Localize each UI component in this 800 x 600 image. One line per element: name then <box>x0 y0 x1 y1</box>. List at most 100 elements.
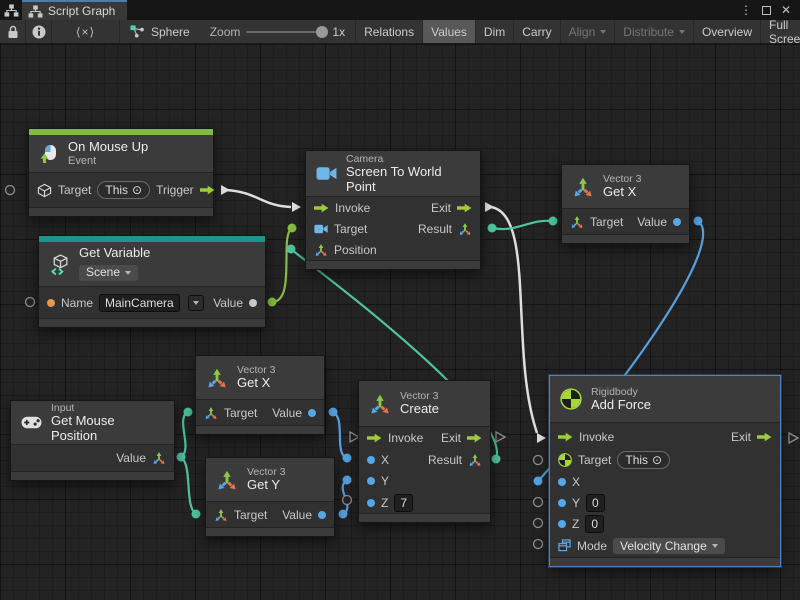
lock-button[interactable] <box>0 20 26 43</box>
script-graph-window: Script Graph ⋮ ✕ ⟨×⟩ Sphere Zoom 1x Rela… <box>0 0 800 600</box>
force-mode-dropdown[interactable]: Velocity Change <box>613 538 725 554</box>
node-footer <box>29 207 213 216</box>
value-label: Value <box>213 296 243 310</box>
toolbar-middle-group: Sphere Zoom 1x <box>120 20 355 43</box>
node-header: Input Get Mouse Position <box>11 401 174 445</box>
zoom-slider-handle[interactable] <box>316 26 328 38</box>
node-header: Vector 3 Get X <box>196 356 324 400</box>
port-row-target-value: Target Value <box>196 400 324 425</box>
node-on-mouse-up[interactable]: On Mouse Up Event Target This⊙ Trigger <box>28 128 214 217</box>
vector3-icon <box>206 367 228 389</box>
invoke-label: Invoke <box>388 431 423 445</box>
zoom-value: 1x <box>332 25 345 39</box>
overview-button[interactable]: Overview <box>694 20 761 43</box>
variable-name-input[interactable]: MainCamera <box>99 294 180 312</box>
node-get-x-mid[interactable]: Vector 3 Get X Target Value <box>195 355 325 435</box>
distribute-button[interactable]: Distribute <box>615 20 694 43</box>
variable-scope-dropdown[interactable]: Scene <box>79 265 138 281</box>
node-get-mouse-position[interactable]: Input Get Mouse Position Value <box>10 400 175 481</box>
node-screen-to-world-point[interactable]: Camera Screen To World Point Invoke Exit… <box>305 150 481 270</box>
this-target-chip[interactable]: This⊙ <box>97 181 150 199</box>
node-header: Get Variable Scene <box>39 242 265 287</box>
value-label: Value <box>116 451 146 465</box>
port-row-mode: Mode Velocity Change <box>550 534 780 557</box>
port-row-z: Z 0 <box>550 513 780 534</box>
port-row-invoke-exit: Invoke Exit <box>306 197 480 218</box>
force-mode-icon <box>558 539 571 552</box>
variable-name-dropdown[interactable] <box>188 295 204 311</box>
node-header: On Mouse Up Event <box>29 135 213 173</box>
full-screen-button[interactable]: Full Screen <box>761 20 800 43</box>
zoom-label: Zoom <box>210 25 241 39</box>
zoom-to-fit-button[interactable]: ⟨×⟩ <box>52 20 120 43</box>
z-value-input[interactable]: 7 <box>394 494 413 512</box>
value-port[interactable] <box>318 511 326 519</box>
chevron-down-icon <box>679 30 685 34</box>
vector3-icon <box>572 176 594 198</box>
name-label: Name <box>61 296 93 310</box>
zoom-slider[interactable] <box>246 31 326 33</box>
chevron-down-icon <box>712 544 718 548</box>
z-port[interactable] <box>367 499 375 507</box>
info-button[interactable] <box>26 20 52 43</box>
value-port[interactable] <box>249 299 257 307</box>
camera-icon <box>314 224 328 234</box>
y-label: Y <box>572 496 580 510</box>
port-row-x-result: X Result <box>359 449 490 470</box>
invoke-label: Invoke <box>335 201 370 215</box>
flow-arrow-icon <box>467 433 482 443</box>
node-footer <box>359 513 490 522</box>
x-port[interactable] <box>558 478 566 486</box>
gamepad-icon <box>21 416 42 429</box>
tab-script-graph[interactable]: Script Graph <box>22 0 127 20</box>
z-port[interactable] <box>558 520 566 528</box>
chevron-down-icon <box>600 30 606 34</box>
breadcrumb[interactable]: Sphere <box>151 25 190 39</box>
node-create-vector3[interactable]: Vector 3 Create Invoke Exit X Result Y <box>358 380 491 523</box>
y-port[interactable] <box>367 477 375 485</box>
name-port[interactable] <box>47 299 55 307</box>
chevron-down-icon <box>125 271 131 275</box>
port-row-y: Y 0 <box>550 492 780 513</box>
value-label: Value <box>282 508 312 522</box>
target-label: Target <box>590 215 623 229</box>
values-button[interactable]: Values <box>423 20 476 43</box>
port-row-target-value: Target Value <box>562 209 689 234</box>
value-port[interactable] <box>673 218 681 226</box>
node-add-force[interactable]: Rigidbody Add Force Invoke Exit Target T… <box>549 375 781 567</box>
vector3-icon <box>458 222 472 236</box>
align-label: Align <box>569 25 596 39</box>
node-get-variable[interactable]: Get Variable Scene Name MainCamera Value <box>38 235 266 328</box>
window-menu-button[interactable]: ⋮ <box>738 2 754 18</box>
y-value-input[interactable]: 0 <box>586 494 605 512</box>
relations-button[interactable]: Relations <box>356 20 423 43</box>
node-footer <box>206 527 334 536</box>
port-row-y: Y <box>359 470 490 492</box>
tab-bar: Script Graph ⋮ ✕ <box>0 0 800 20</box>
scope-label: Scene <box>86 266 120 280</box>
vector3-icon <box>369 393 391 415</box>
vector3-icon <box>204 406 218 420</box>
window-icon <box>0 0 22 20</box>
node-get-y[interactable]: Vector 3 Get Y Target Value <box>205 457 335 537</box>
chevron-down-icon <box>193 301 199 305</box>
carry-button[interactable]: Carry <box>514 20 560 43</box>
dim-button[interactable]: Dim <box>476 20 514 43</box>
node-title: Screen To World Point <box>346 165 470 195</box>
port-row-target: Target This⊙ <box>550 448 780 471</box>
value-port[interactable] <box>308 409 316 417</box>
z-value-input[interactable]: 0 <box>585 515 604 533</box>
maximize-button[interactable] <box>758 2 774 18</box>
close-button[interactable]: ✕ <box>778 2 794 18</box>
flow-arrow-icon <box>457 203 472 213</box>
y-port[interactable] <box>558 499 566 507</box>
this-target-chip[interactable]: This⊙ <box>617 451 670 469</box>
x-port[interactable] <box>367 456 375 464</box>
target-picker-icon: ⊙ <box>652 453 662 467</box>
node-get-x-top[interactable]: Vector 3 Get X Target Value <box>561 164 690 244</box>
value-label: Value <box>637 215 667 229</box>
flow-arrow-icon <box>757 432 772 442</box>
align-button[interactable]: Align <box>561 20 616 43</box>
node-header: Vector 3 Get Y <box>206 458 334 502</box>
z-label: Z <box>381 496 388 510</box>
